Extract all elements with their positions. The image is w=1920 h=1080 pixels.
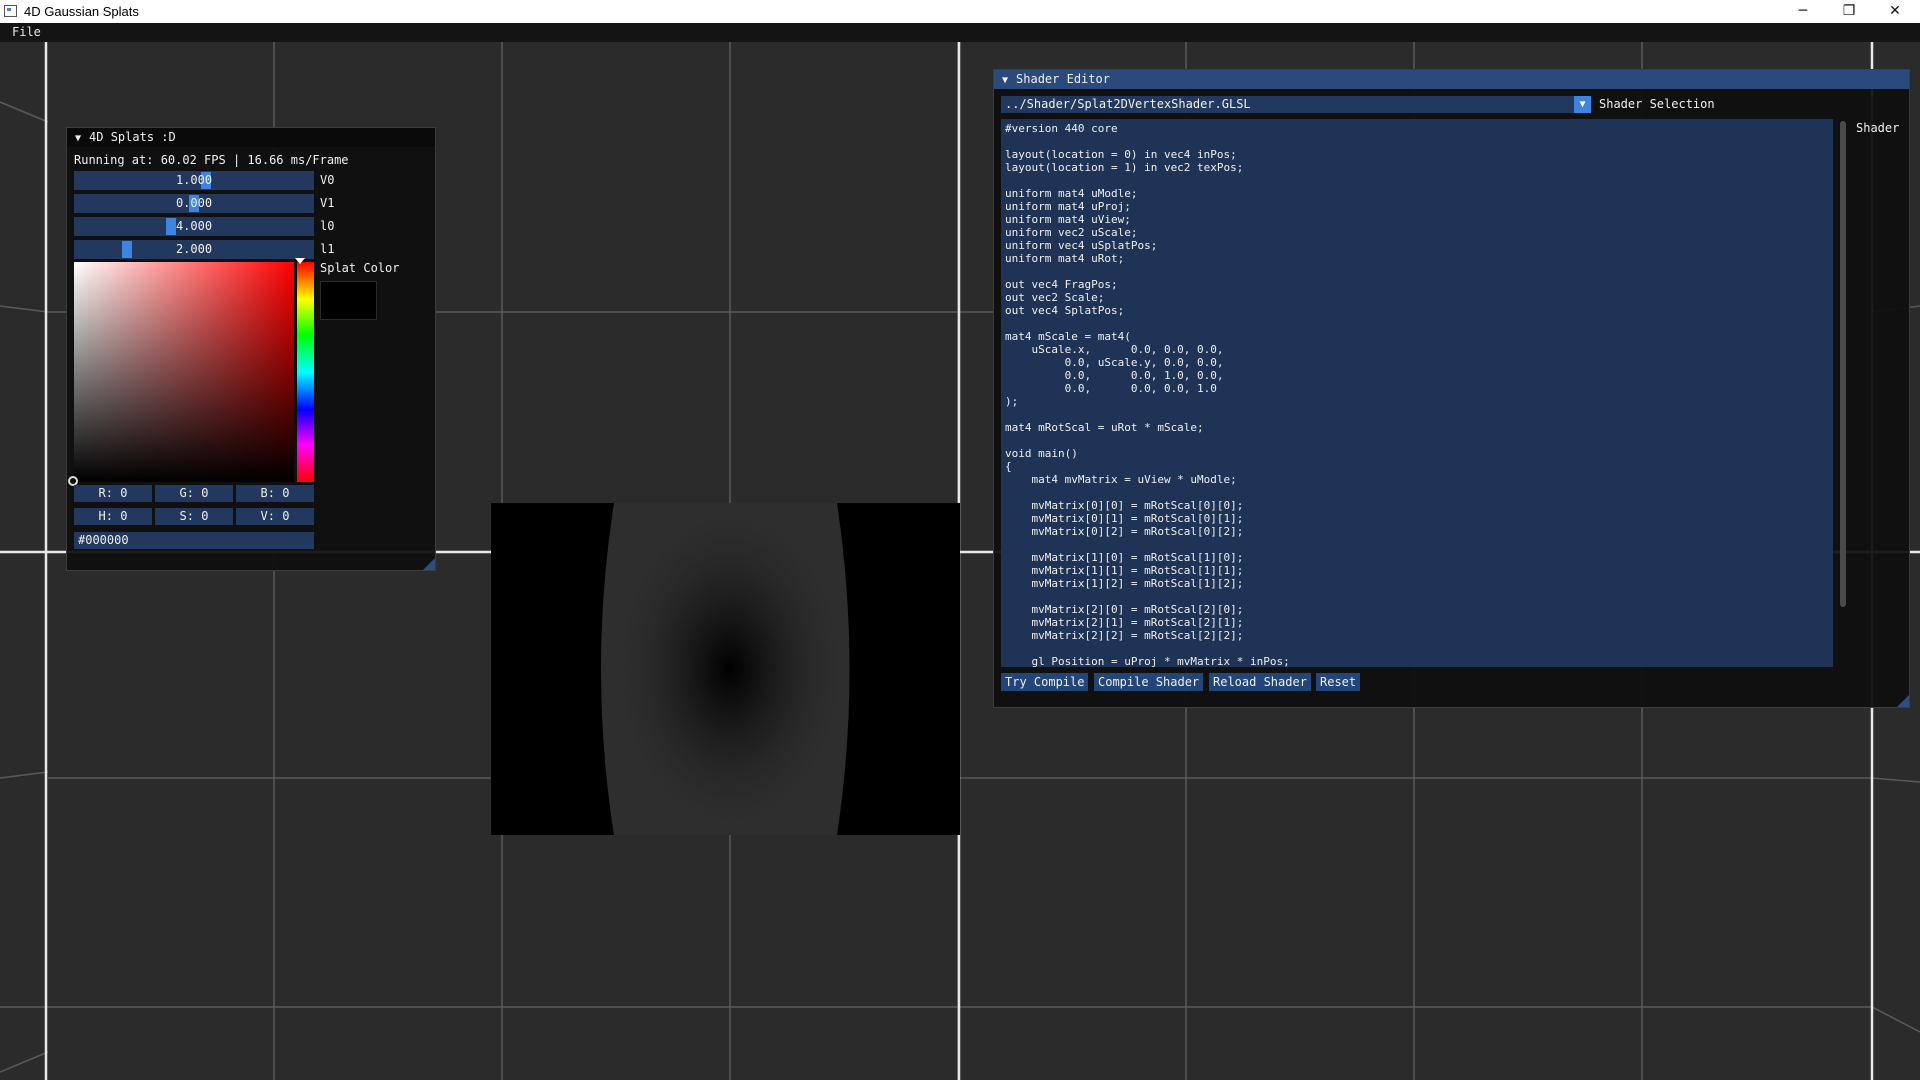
blue-field[interactable]: B: 0: [236, 485, 314, 502]
green-field[interactable]: G: 0: [155, 485, 233, 502]
try-compile-button[interactable]: Try Compile: [1001, 673, 1089, 691]
app-icon: [4, 5, 17, 17]
color-swatch[interactable]: [320, 281, 377, 320]
splats-panel-title: 4D Splats :D: [89, 130, 176, 144]
shader-editor-titlebar[interactable]: ▼ Shader Editor: [994, 70, 1909, 89]
hue-marker-icon[interactable]: [295, 258, 305, 264]
slider-l0[interactable]: 4.000: [74, 217, 314, 236]
slider-l1-value: 2.000: [175, 242, 213, 256]
value-field[interactable]: V: 0: [236, 508, 314, 525]
hue-bar[interactable]: [297, 262, 314, 482]
slider-l1[interactable]: 2.000: [74, 240, 314, 259]
hue-field[interactable]: H: 0: [74, 508, 152, 525]
close-button[interactable]: ✕: [1872, 0, 1918, 23]
slider-l0-value: 4.000: [175, 219, 213, 233]
shader-path-combo[interactable]: ../Shader/Splat2DVertexShader.GLSL: [1001, 96, 1581, 113]
minimize-button[interactable]: ─: [1780, 0, 1826, 23]
slider-l1-label: l1: [320, 242, 335, 256]
shader-editor-title: Shader Editor: [1016, 72, 1110, 86]
splats-panel-titlebar[interactable]: ▼ 4D Splats :D: [67, 128, 435, 147]
shader-side-label: Shader: [1856, 121, 1900, 135]
saturation-field[interactable]: S: 0: [155, 508, 233, 525]
resize-grip-icon[interactable]: [423, 558, 435, 570]
hex-input[interactable]: #000000: [74, 532, 314, 549]
compile-shader-button[interactable]: Compile Shader: [1094, 673, 1204, 691]
code-scrollbar[interactable]: [1840, 121, 1846, 607]
chevron-down-icon[interactable]: ▼: [1574, 96, 1591, 113]
fps-readout: Running at: 60.02 FPS | 16.66 ms/Frame: [74, 153, 349, 167]
reload-shader-button[interactable]: Reload Shader: [1209, 673, 1311, 691]
slider-v1-value: 0.000: [175, 196, 213, 210]
reset-button[interactable]: Reset: [1316, 673, 1361, 691]
collapse-icon[interactable]: ▼: [1002, 71, 1008, 90]
slider-l0-label: l0: [320, 219, 335, 233]
maximize-button[interactable]: ❐: [1826, 0, 1872, 23]
window-titlebar: 4D Gaussian Splats ─ ❐ ✕: [0, 0, 1920, 23]
menu-bar: File: [0, 23, 1920, 42]
splats-panel[interactable]: ▼ 4D Splats :D Running at: 60.02 FPS | 16…: [66, 127, 436, 571]
red-field[interactable]: R: 0: [74, 485, 152, 502]
gaussian-splat: [491, 499, 960, 839]
slider-v0-label: V0: [320, 173, 335, 187]
resize-grip-icon[interactable]: [1897, 695, 1909, 707]
slider-v0-value: 1.000: [175, 173, 213, 187]
shader-code-editor[interactable]: #version 440 core layout(location = 0) i…: [1001, 119, 1833, 667]
shader-selection-label: Shader Selection: [1599, 97, 1715, 111]
slider-v0[interactable]: 1.000: [74, 171, 314, 190]
slider-v1-label: V1: [320, 196, 335, 210]
shader-code-text[interactable]: #version 440 core layout(location = 0) i…: [1001, 119, 1833, 667]
splat-color-label: Splat Color: [320, 261, 400, 275]
slider-v1[interactable]: 0.000: [74, 194, 314, 213]
menu-file[interactable]: File: [12, 25, 41, 39]
shader-editor-panel[interactable]: ▼ Shader Editor ../Shader/Splat2DVertexSh…: [993, 69, 1910, 708]
collapse-icon[interactable]: ▼: [75, 129, 81, 148]
window-title: 4D Gaussian Splats: [24, 4, 139, 19]
saturation-value-picker[interactable]: [74, 262, 294, 482]
